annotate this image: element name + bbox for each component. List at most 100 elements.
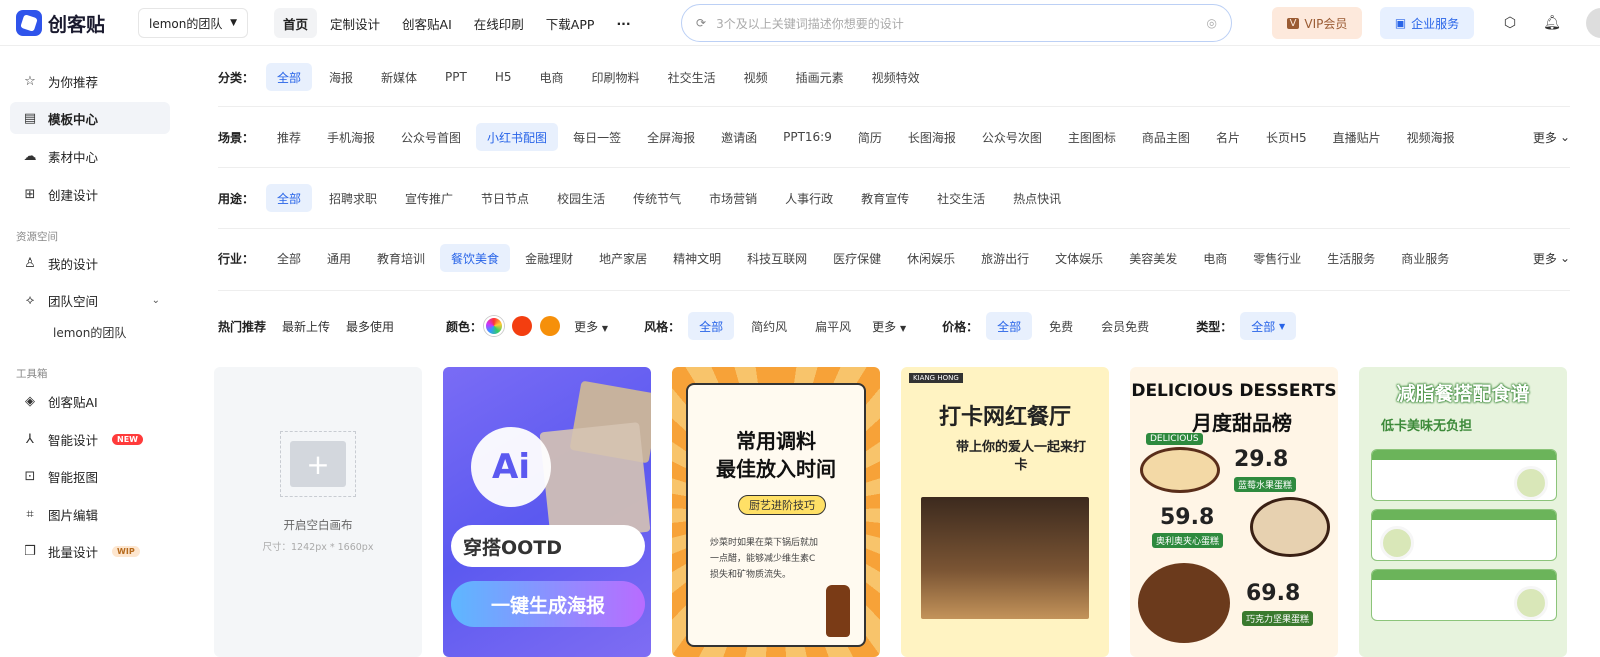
chip-scene[interactable]: 名片 (1205, 123, 1251, 151)
sidebar-subitem-team[interactable]: lemon的团队 (53, 324, 126, 341)
type-select[interactable]: 全部 ▼ (1240, 312, 1297, 340)
chip-usage[interactable]: 教育宣传 (850, 184, 920, 212)
sort-most[interactable]: 最多使用 (346, 318, 394, 335)
chip-industry[interactable]: 科技互联网 (736, 244, 818, 272)
style-simple[interactable]: 简约风 (740, 312, 798, 340)
sidebar-item-my-designs[interactable]: ♙ 我的设计 (10, 247, 170, 279)
chip-industry[interactable]: 旅游出行 (970, 244, 1040, 272)
chip-usage[interactable]: 校园生活 (546, 184, 616, 212)
sort-hot[interactable]: 热门推荐 (218, 318, 266, 335)
chip-usage[interactable]: 传统节气 (622, 184, 692, 212)
nav-ai[interactable]: 创客贴AI (393, 8, 461, 38)
style-all[interactable]: 全部 (688, 312, 735, 340)
chip-usage[interactable]: 宣传推广 (394, 184, 464, 212)
style-more[interactable]: 更多 ▼ (872, 318, 906, 335)
team-selector[interactable]: lemon的团队 ▼ (138, 8, 248, 38)
chip-scene[interactable]: 商品主图 (1131, 123, 1201, 151)
search-bar[interactable]: ⟳ 3个及以上关键词描述你想要的设计 ◎ (681, 4, 1232, 42)
chip-industry[interactable]: 精神文明 (662, 244, 732, 272)
chip-usage[interactable]: 人事行政 (774, 184, 844, 212)
chip-industry[interactable]: 通用 (316, 244, 362, 272)
chip-industry-food[interactable]: 餐饮美食 (440, 244, 511, 272)
chip-scene[interactable]: 每日一签 (562, 123, 632, 151)
chip-scene[interactable]: 全屏海报 (636, 123, 706, 151)
chip-industry[interactable]: 医疗保健 (822, 244, 892, 272)
chip-category[interactable]: 视频 (733, 63, 779, 91)
price-free[interactable]: 免费 (1038, 312, 1084, 340)
chevron-down-icon[interactable]: ⌄ (152, 295, 160, 306)
chip-scene[interactable]: 简历 (847, 123, 893, 151)
chip-category[interactable]: 印刷物料 (581, 63, 651, 91)
template-card-ootd[interactable]: Ai 穿搭OOTD 一键生成海报 (443, 367, 651, 657)
chip-category[interactable]: PPT (434, 63, 478, 91)
chip-category-all[interactable]: 全部 (266, 63, 313, 91)
chip-scene[interactable]: 直播贴片 (1322, 123, 1392, 151)
chip-industry[interactable]: 教育培训 (366, 244, 436, 272)
chip-industry[interactable]: 美容美发 (1118, 244, 1188, 272)
chip-scene[interactable]: 视频海报 (1396, 123, 1466, 151)
sidebar-item-cutout[interactable]: ⊡ 智能抠图 (10, 460, 170, 492)
chip-industry[interactable]: 文体娱乐 (1044, 244, 1114, 272)
price-all[interactable]: 全部 (986, 312, 1033, 340)
chip-industry[interactable]: 全部 (266, 244, 312, 272)
sidebar-item-batch-design[interactable]: ❒ 批量设计 WIP (10, 535, 170, 567)
chip-usage[interactable]: 社交生活 (926, 184, 996, 212)
chip-industry[interactable]: 地产家居 (588, 244, 658, 272)
sidebar-item-templates[interactable]: ▤ 模板中心 (10, 102, 170, 134)
nav-custom-design[interactable]: 定制设计 (321, 8, 389, 38)
avatar[interactable] (1586, 8, 1600, 38)
chip-scene-xiaohongshu[interactable]: 小红书配图 (476, 123, 559, 151)
nav-download-app[interactable]: 下载APP (537, 8, 604, 38)
settings-icon[interactable]: ⬡ (1500, 13, 1520, 33)
sidebar-item-smart-design[interactable]: ⅄ 智能设计 NEW (10, 423, 170, 455)
template-card-desserts[interactable]: DELICIOUS DESSERTS 月度甜品榜 DELICIOUS 29.8 … (1130, 367, 1338, 657)
chip-usage[interactable]: 招聘求职 (318, 184, 388, 212)
chip-usage[interactable]: 热点快讯 (1002, 184, 1072, 212)
sidebar-item-materials[interactable]: ☁︎ 素材中心 (10, 140, 170, 172)
blank-canvas-card[interactable]: + 开启空白画布 尺寸：1242px * 1660px (214, 367, 422, 657)
chip-scene[interactable]: 公众号首图 (390, 123, 472, 151)
vip-button[interactable]: V VIP会员 (1272, 7, 1362, 39)
chip-industry[interactable]: 电商 (1192, 244, 1238, 272)
sidebar-item-ai[interactable]: ◈ 创客贴AI (10, 385, 170, 417)
chip-industry[interactable]: 金融理财 (514, 244, 584, 272)
brand-logo[interactable]: 创客贴 (16, 8, 105, 38)
chip-category[interactable]: 电商 (529, 63, 575, 91)
bell-icon[interactable]: 🔔︎ (1542, 13, 1562, 33)
camera-icon[interactable]: ◎ (1207, 16, 1217, 30)
chip-scene[interactable]: 主图图标 (1057, 123, 1127, 151)
chip-category[interactable]: 插画元素 (785, 63, 855, 91)
chip-industry[interactable]: 商业服务 (1390, 244, 1460, 272)
sidebar-item-team-space[interactable]: ⟡ 团队空间 ⌄ (10, 284, 170, 316)
color-orange-swatch[interactable] (540, 316, 561, 336)
chip-scene[interactable]: 邀请函 (710, 123, 768, 151)
chip-scene[interactable]: 推荐 (266, 123, 312, 151)
color-more[interactable]: 更多 ▼ (574, 318, 608, 335)
chip-scene[interactable]: 公众号次图 (971, 123, 1053, 151)
chip-scene[interactable]: 长页H5 (1255, 123, 1318, 151)
chip-usage-all[interactable]: 全部 (266, 184, 313, 212)
chip-category[interactable]: 社交生活 (657, 63, 727, 91)
enterprise-button[interactable]: ▣ 企业服务 (1380, 7, 1474, 39)
sort-new[interactable]: 最新上传 (282, 318, 330, 335)
template-card-seasoning[interactable]: 常用调料 最佳放入时间 厨艺进阶技巧 炒菜时如果在菜下锅后就加一点醋，能够减少维… (672, 367, 880, 657)
price-member-free[interactable]: 会员免费 (1090, 312, 1160, 340)
chip-usage[interactable]: 节日节点 (470, 184, 540, 212)
style-flat[interactable]: 扁平风 (804, 312, 862, 340)
nav-print[interactable]: 在线印刷 (465, 8, 533, 38)
chip-category[interactable]: H5 (484, 63, 523, 91)
chip-usage[interactable]: 市场营销 (698, 184, 768, 212)
industry-more-button[interactable]: 更多 ⌄ (1533, 243, 1570, 273)
color-red-swatch[interactable] (512, 316, 533, 336)
sidebar-item-recommend[interactable]: ☆ 为你推荐 (10, 65, 170, 97)
chip-industry[interactable]: 休闲娱乐 (896, 244, 966, 272)
nav-more[interactable]: ··· (607, 8, 639, 38)
sidebar-item-create[interactable]: ⊞ 创建设计 (10, 178, 170, 210)
chip-category[interactable]: 视频特效 (861, 63, 931, 91)
scene-more-button[interactable]: 更多 ⌄ (1533, 122, 1570, 152)
nav-home[interactable]: 首页 (274, 8, 318, 38)
chip-category[interactable]: 新媒体 (370, 63, 428, 91)
chip-industry[interactable]: 零售行业 (1242, 244, 1312, 272)
chip-scene[interactable]: 长图海报 (897, 123, 967, 151)
template-card-diet[interactable]: 减脂餐搭配食谱 低卡美味无负担 (1359, 367, 1567, 657)
